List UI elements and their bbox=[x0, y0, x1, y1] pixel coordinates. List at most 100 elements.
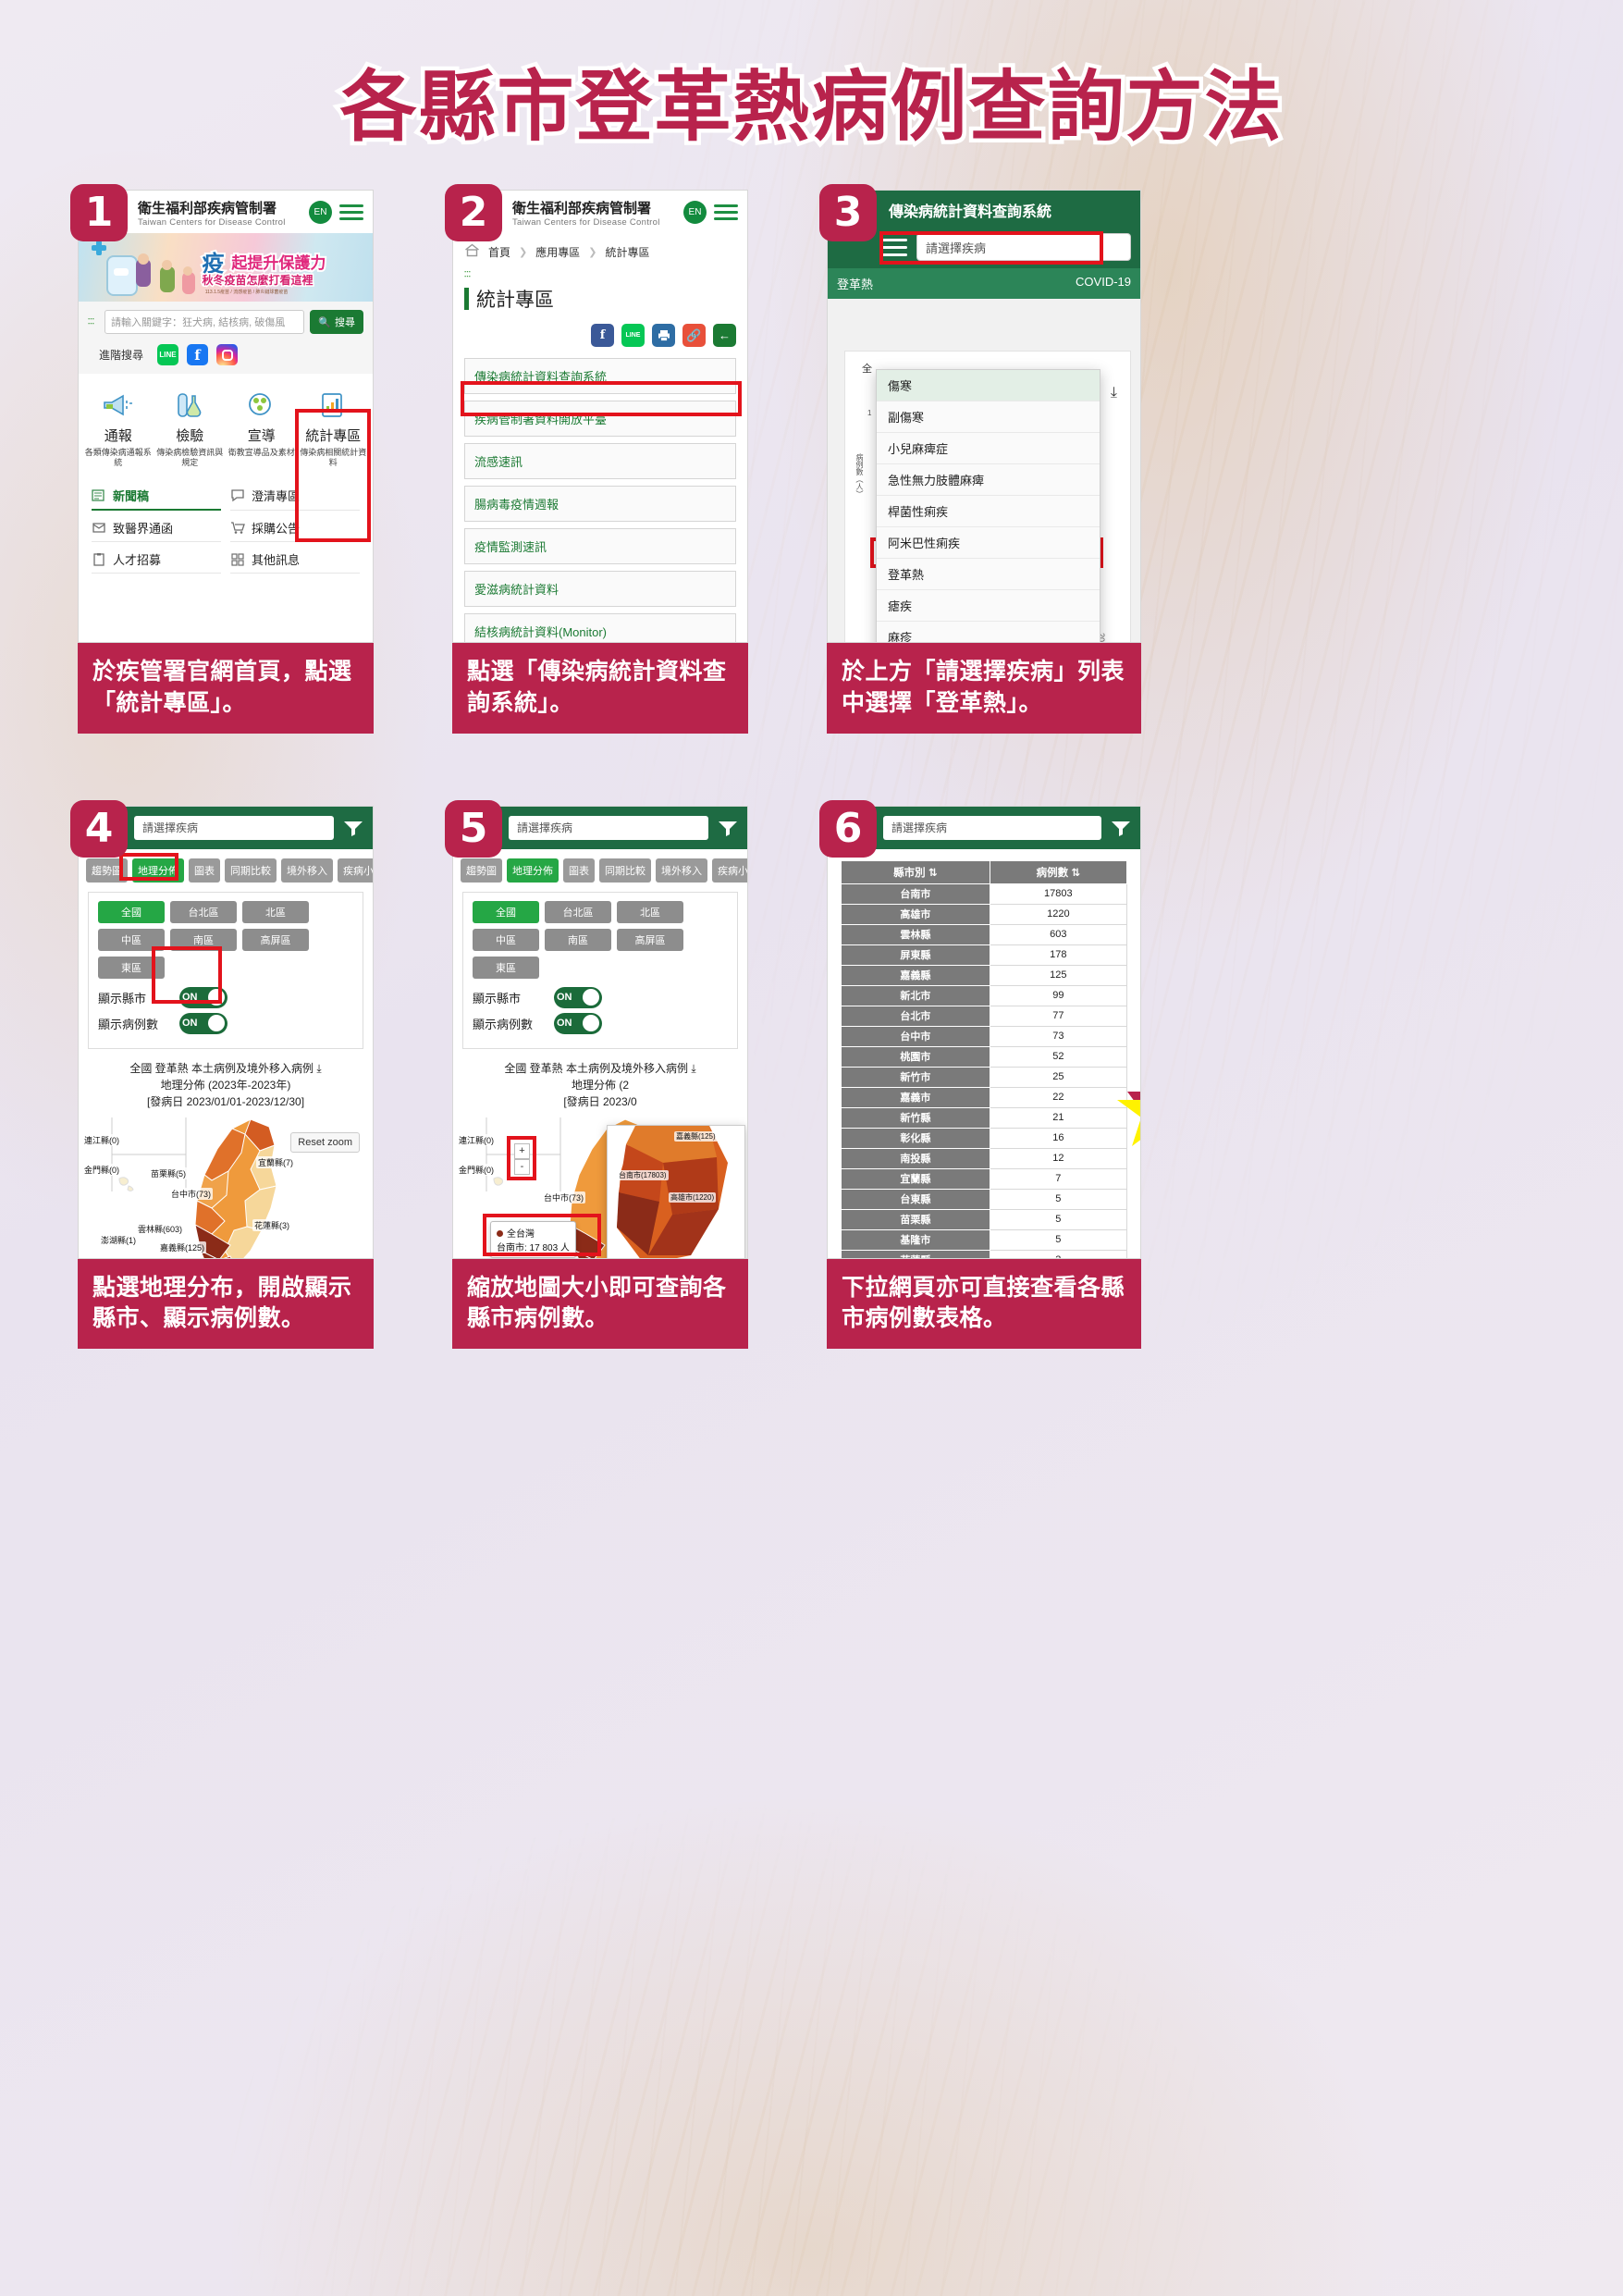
back-icon[interactable]: ← bbox=[713, 324, 736, 347]
search-input[interactable]: 請輸入關鍵字：狂犬病, 結核病, 破傷風 bbox=[105, 310, 305, 334]
link-row-disease-query-system[interactable]: 傳染病統計資料查詢系統 bbox=[464, 358, 736, 394]
dropdown-option[interactable]: 阿米巴性痢疾 bbox=[877, 527, 1100, 559]
taiwan-map[interactable]: 連江縣(0) 金門縣(0) 台中市(73) 花蓮縣(3) 高雄市(1220) bbox=[453, 1111, 747, 1258]
tab-comparison[interactable]: 同期比較 bbox=[225, 858, 277, 883]
link-icon[interactable]: 🔗 bbox=[682, 324, 706, 347]
zoom-in-button[interactable]: + bbox=[514, 1142, 530, 1159]
dropdown-option[interactable]: 副傷寒 bbox=[877, 401, 1100, 433]
breadcrumb-item[interactable]: 應用專區 bbox=[535, 244, 580, 260]
region-button[interactable]: 南區 bbox=[545, 928, 611, 951]
dropdown-option[interactable]: 急性無力肢體麻痺 bbox=[877, 464, 1100, 496]
region-button[interactable]: 東區 bbox=[473, 956, 539, 979]
tab-imported[interactable]: 境外移入 bbox=[656, 858, 707, 883]
region-button[interactable]: 南區 bbox=[170, 928, 237, 951]
news-link-item[interactable]: 澄清專區 bbox=[230, 482, 360, 511]
hamburger-menu-icon[interactable] bbox=[881, 234, 907, 261]
dropdown-option[interactable]: 瘧疾 bbox=[877, 590, 1100, 622]
instagram-icon[interactable] bbox=[216, 344, 239, 365]
tab-encyclopedia[interactable]: 疾病小百科 bbox=[712, 858, 747, 883]
region-button[interactable]: 中區 bbox=[98, 928, 165, 951]
filter-icon[interactable] bbox=[718, 820, 738, 836]
region-button[interactable]: 高屏區 bbox=[242, 928, 309, 951]
dropdown-option[interactable]: 桿菌性痢疾 bbox=[877, 496, 1100, 527]
tab-geographic[interactable]: 地理分佈 bbox=[132, 858, 184, 883]
link-row[interactable]: 疾病管制署資料開放平臺 bbox=[464, 401, 736, 437]
tab-chart[interactable]: 圖表 bbox=[563, 858, 595, 883]
news-link-item[interactable]: 新聞稿 bbox=[92, 482, 221, 511]
region-button-nationwide[interactable]: 全國 bbox=[473, 900, 539, 923]
home-icon[interactable] bbox=[464, 243, 480, 260]
dropdown-option[interactable]: 麻疹 bbox=[877, 622, 1100, 642]
language-button[interactable]: EN bbox=[683, 201, 707, 224]
disease-dropdown-list[interactable]: 傷寒 副傷寒 小兒麻痺症 急性無力肢體麻痺 桿菌性痢疾 阿米巴性痢疾 登革熱 瘧… bbox=[876, 369, 1100, 642]
facebook-icon[interactable]: f bbox=[591, 324, 614, 347]
tab-chart[interactable]: 圖表 bbox=[189, 858, 220, 883]
link-row[interactable]: 腸病毒疫情週報 bbox=[464, 486, 736, 522]
region-button[interactable]: 台北區 bbox=[545, 900, 611, 923]
filter-icon[interactable] bbox=[1111, 820, 1131, 836]
link-row[interactable]: 疫情監測速訊 bbox=[464, 528, 736, 564]
toggle-show-county[interactable]: ON bbox=[554, 986, 602, 1008]
news-link-item[interactable]: 致醫界通函 bbox=[92, 514, 221, 542]
disease-select[interactable]: 請選擇疾病 bbox=[883, 815, 1101, 840]
tab-trend[interactable]: 趨勢圖 bbox=[461, 858, 502, 883]
download-icon[interactable]: ⤓ bbox=[1111, 385, 1117, 401]
disease-select[interactable]: 請選擇疾病 bbox=[134, 815, 334, 840]
region-button[interactable]: 中區 bbox=[473, 928, 539, 951]
region-button[interactable]: 北區 bbox=[617, 900, 683, 923]
hamburger-menu-icon[interactable] bbox=[339, 201, 363, 224]
download-icon[interactable]: ⤓ bbox=[691, 1062, 695, 1075]
link-row[interactable]: 愛滋病統計資料 bbox=[464, 571, 736, 607]
breadcrumb-item[interactable]: 統計專區 bbox=[605, 244, 649, 260]
link-row[interactable]: 流感速訊 bbox=[464, 443, 736, 479]
dropdown-option[interactable]: 小兒麻痺症 bbox=[877, 433, 1100, 464]
language-button[interactable]: EN bbox=[309, 201, 332, 224]
feature-item-statistics[interactable]: 統計專區 傳染病相關統計資料 bbox=[298, 383, 370, 473]
facebook-icon[interactable]: f bbox=[187, 344, 209, 365]
disease-select[interactable]: 請選擇疾病 bbox=[509, 815, 708, 840]
print-icon[interactable] bbox=[652, 324, 675, 347]
dropdown-option-dengue[interactable]: 登革熱 bbox=[877, 559, 1100, 590]
feature-item[interactable]: 檢驗 傳染病檢驗資訊與規定 bbox=[154, 383, 227, 473]
feature-item[interactable]: 宣導 衛教宣導品及素材 bbox=[226, 383, 298, 473]
homepage-banner[interactable]: 疫 起提升保護力 秋冬疫苗怎麼打看這裡 113.1.5疫苗 / 流感疫苗 / 肺… bbox=[79, 233, 373, 302]
toggle-show-cases[interactable]: ON bbox=[554, 1012, 602, 1034]
table-row: 宜蘭縣 7 bbox=[841, 1167, 1128, 1190]
region-button[interactable]: 高屏區 bbox=[617, 928, 683, 951]
region-button[interactable]: 台北區 bbox=[170, 900, 237, 923]
tab-imported[interactable]: 境外移入 bbox=[281, 858, 333, 883]
download-icon[interactable]: ⤓ bbox=[316, 1062, 321, 1075]
tab-trend[interactable]: 趨勢圖 bbox=[86, 858, 128, 883]
reset-zoom-button[interactable]: Reset zoom bbox=[290, 1131, 360, 1153]
map-zoom-controls[interactable]: + - bbox=[514, 1142, 530, 1175]
dropdown-option[interactable]: 傷寒 bbox=[877, 370, 1100, 401]
step-card-3: 3 傳染病統計資料查詢系統 請選擇疾病 登革熱 COVID-19 全 1 病例數… bbox=[819, 184, 1141, 734]
region-button[interactable]: 東區 bbox=[98, 956, 165, 979]
column-header-county[interactable]: 縣市別 ⇅ bbox=[841, 859, 990, 884]
link-row[interactable]: 結核病統計資料(Monitor) bbox=[464, 613, 736, 642]
zoom-out-button[interactable]: - bbox=[514, 1158, 530, 1175]
feature-item[interactable]: 通報 各類傳染病通報系統 bbox=[82, 383, 154, 473]
news-link-item[interactable]: 人才招募 bbox=[92, 546, 221, 574]
hamburger-menu-icon[interactable] bbox=[714, 201, 738, 224]
toggle-show-county[interactable]: ON bbox=[179, 986, 227, 1008]
breadcrumb-item[interactable]: 首頁 bbox=[488, 244, 510, 260]
filter-icon[interactable] bbox=[343, 820, 363, 836]
region-button-nationwide[interactable]: 全國 bbox=[98, 900, 165, 923]
news-link-item[interactable]: 採購公告 bbox=[230, 514, 360, 542]
tab-comparison[interactable]: 同期比較 bbox=[599, 858, 651, 883]
disease-select[interactable]: 請選擇疾病 bbox=[916, 233, 1131, 261]
toggle-show-cases[interactable]: ON bbox=[179, 1012, 227, 1034]
advanced-search-link[interactable]: 進階搜尋 bbox=[99, 347, 143, 363]
search-button[interactable]: 🔍 搜尋 bbox=[310, 310, 363, 334]
tab-geographic[interactable]: 地理分佈 bbox=[507, 858, 559, 883]
tab-encyclopedia[interactable]: 疾病小百科 bbox=[338, 858, 373, 883]
line-icon[interactable]: LINE bbox=[621, 324, 645, 347]
news-link-item[interactable]: 其他訊息 bbox=[230, 546, 360, 574]
advanced-search-row: 進階搜尋 LINE f bbox=[79, 342, 373, 374]
band-label-dengue: 登革熱 bbox=[837, 278, 874, 291]
column-header-cases[interactable]: 病例數 ⇅ bbox=[989, 859, 1128, 884]
region-button[interactable]: 北區 bbox=[242, 900, 309, 923]
line-icon[interactable]: LINE bbox=[157, 344, 179, 365]
taiwan-map[interactable]: 連江縣(0) 金門縣(0) 苗栗縣(5) 宜蘭縣(7) 台中市(73) 花蓮縣(… bbox=[79, 1111, 373, 1258]
